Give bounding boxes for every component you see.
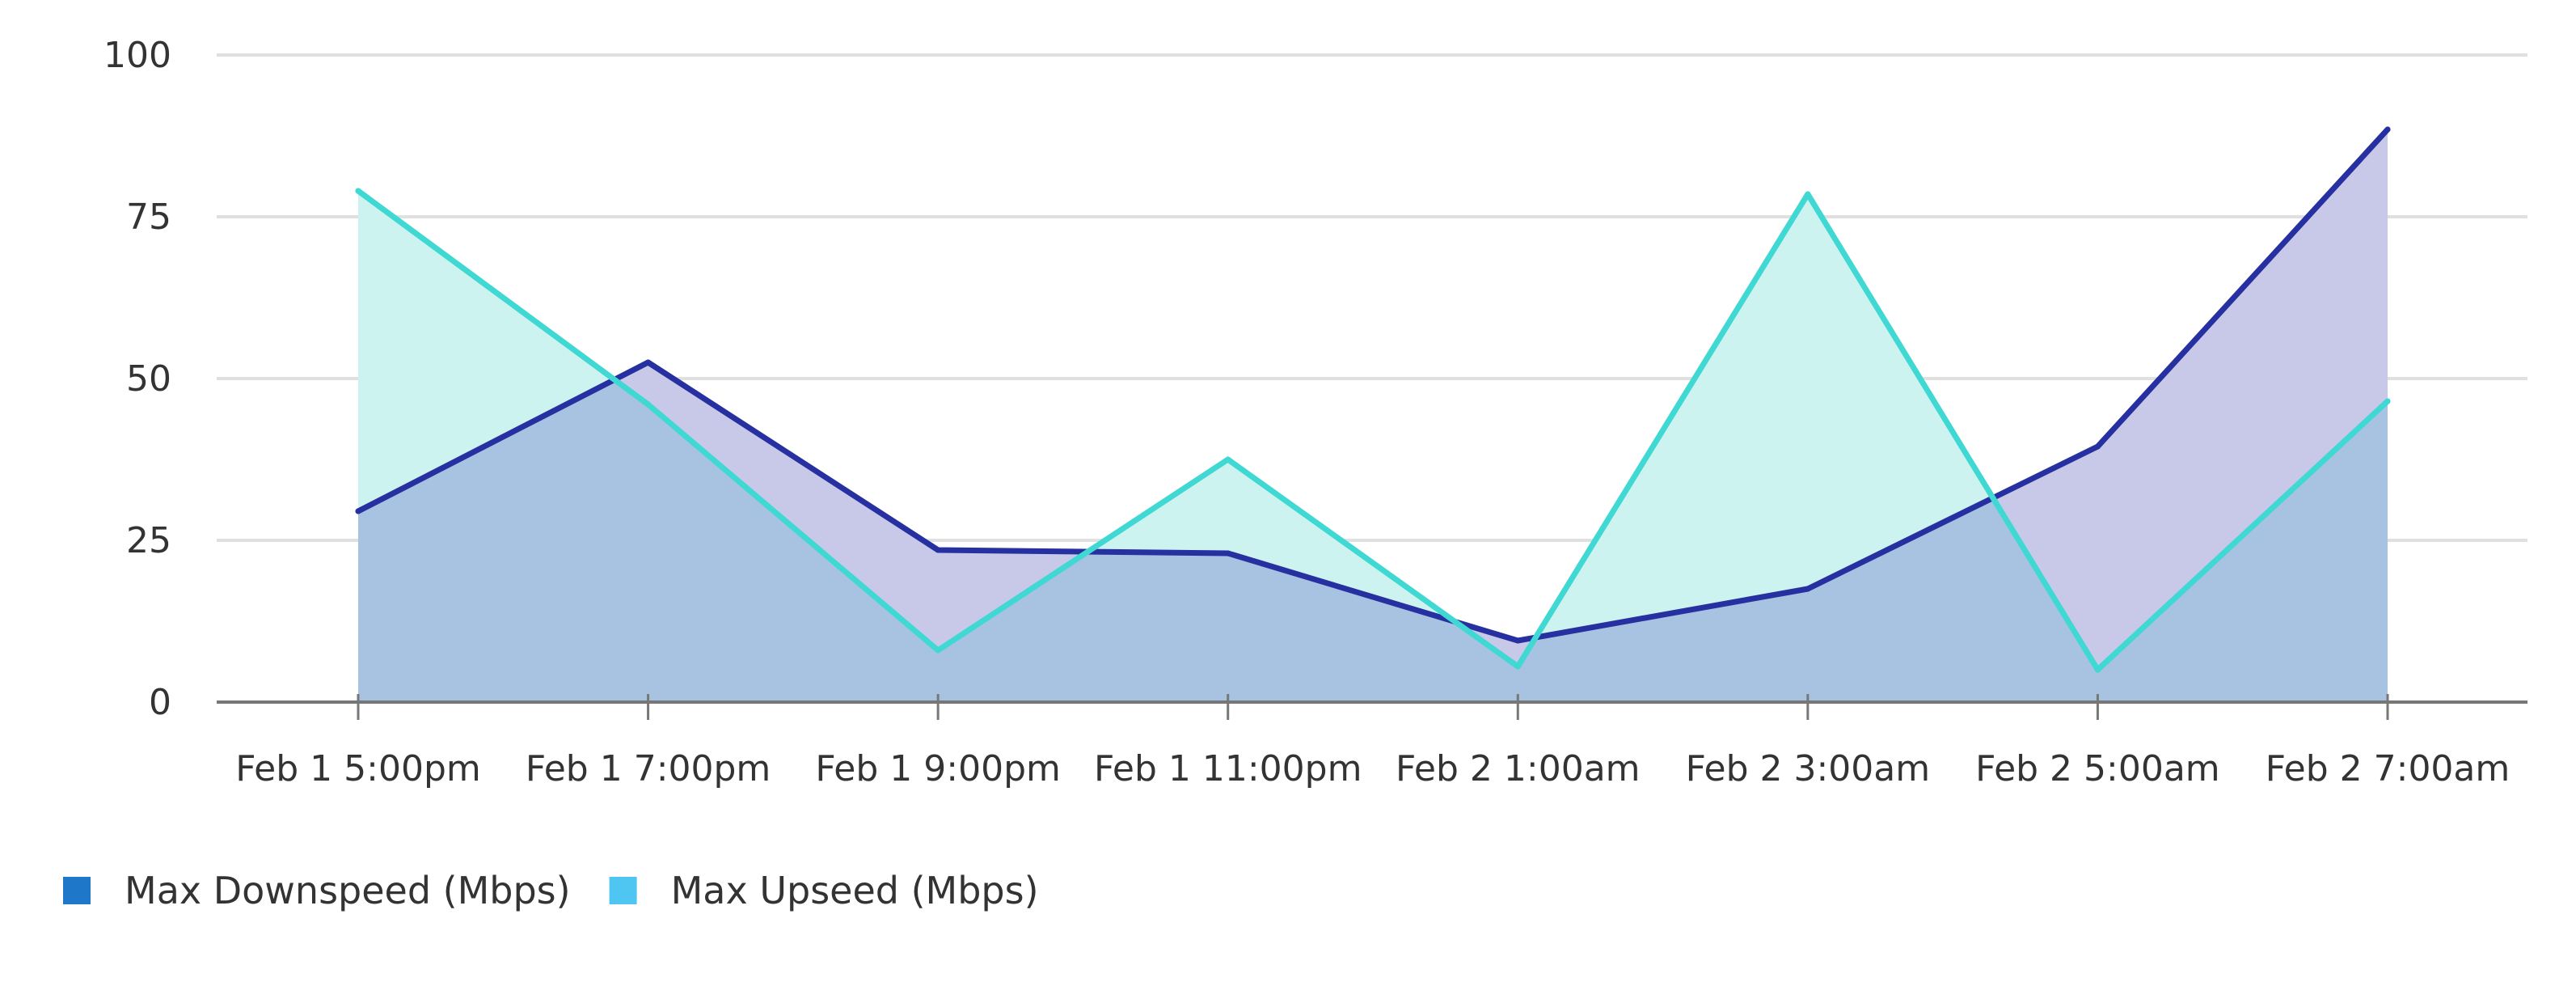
x-tick-label: Feb 2 7:00am — [2266, 748, 2511, 789]
data-point-max-downspeed — [1225, 550, 1231, 557]
legend-swatch-max-upseed — [609, 877, 637, 904]
data-point-max-upseed — [355, 188, 361, 194]
chart: 0 25 50 75 100 Feb 1 5:00pm Feb 1 7:00pm Feb 1… — [0, 0, 2576, 1000]
area-chart: 0255075100 Feb 1 5:00pm Feb 1 7:00pm Feb 1… — [63, 35, 2527, 912]
data-point-max-upseed — [1225, 456, 1231, 463]
data-point-max-downspeed — [645, 359, 652, 366]
y-tick-label: 75 — [126, 197, 171, 238]
legend-item-max-downspeed: Max Downspeed (Mbps) — [63, 869, 571, 912]
x-tick-label: Feb 2 5:00am — [1975, 748, 2220, 789]
data-point-max-downspeed — [1514, 637, 1521, 644]
data-point-max-upseed — [2094, 667, 2101, 673]
x-tick-labels: Feb 1 5:00pm Feb 1 7:00pm Feb 1 9:00pm Feb … — [235, 748, 2510, 789]
data-point-max-downspeed — [2094, 443, 2101, 450]
legend-item-max-upseed: Max Upseed (Mbps) — [609, 869, 1039, 912]
x-tick-label: Feb 2 1:00am — [1396, 748, 1641, 789]
x-tick-label: Feb 1 11:00pm — [1094, 748, 1362, 789]
x-tick-label: Feb 1 7:00pm — [526, 748, 771, 789]
data-point-max-downspeed — [935, 547, 941, 553]
data-point-max-upseed — [645, 401, 652, 408]
legend-label-max-downspeed: Max Downspeed (Mbps) — [125, 869, 571, 912]
legend-swatch-max-downspeed — [63, 877, 91, 904]
x-tick-label: Feb 1 5:00pm — [235, 748, 480, 789]
data-point-max-downspeed — [2384, 126, 2391, 133]
y-tick-label: 0 — [149, 682, 171, 723]
data-point-max-downspeed — [1805, 586, 1811, 592]
data-point-max-downspeed — [355, 508, 361, 514]
y-tick-label: 100 — [103, 35, 171, 76]
x-tick-label: Feb 1 9:00pm — [815, 748, 1060, 789]
data-point-max-upseed — [1514, 663, 1521, 670]
y-tick-label: 50 — [126, 358, 171, 400]
x-tick-label: Feb 2 3:00am — [1686, 748, 1931, 789]
y-tick-labels: 0 25 50 75 100 — [103, 35, 171, 723]
legend-label-max-upseed: Max Upseed (Mbps) — [671, 869, 1039, 912]
data-point-max-upseed — [1805, 191, 1811, 197]
data-point-max-upseed — [2384, 398, 2391, 404]
legend: Max Downspeed (Mbps) Max Upseed (Mbps) — [63, 869, 1039, 912]
y-tick-label: 25 — [126, 520, 171, 561]
data-point-max-upseed — [935, 647, 941, 654]
